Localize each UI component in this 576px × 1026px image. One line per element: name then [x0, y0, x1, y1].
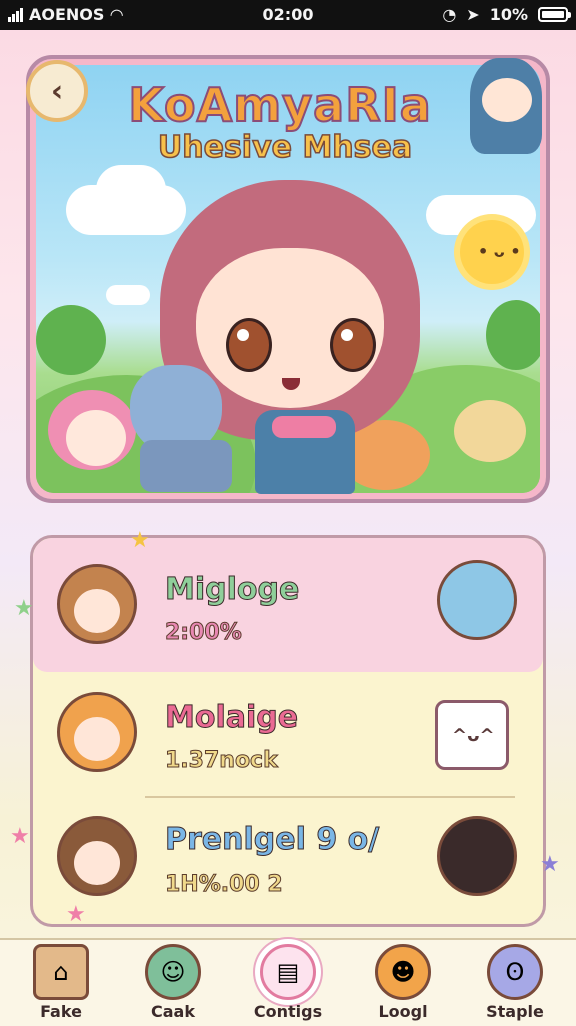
star-icon: ★	[540, 852, 560, 877]
nav-item-staple[interactable]: ʘ Staple	[470, 944, 560, 1026]
tree-shape	[486, 300, 540, 370]
list-item-title: Migloge	[164, 572, 300, 608]
list-item-value: 1.37nock	[165, 748, 279, 774]
nav-item-loogl[interactable]: ☻ Loogl	[358, 944, 448, 1026]
content-list: Migloge 2:00% Molaige 1.37nock ^ᴗ^ Prenl…	[30, 535, 546, 927]
list-item-value: 2:00%	[165, 620, 243, 646]
tree-shape	[36, 305, 106, 375]
battery-icon	[538, 7, 571, 22]
star-icon: ★	[10, 824, 30, 849]
orangehair-girl-avatar	[57, 692, 137, 772]
nav-item-fake[interactable]: ⌂ Fake	[16, 944, 106, 1026]
sun-icon: • ᴗ •	[460, 220, 524, 284]
back-arrow-icon: ‹	[50, 73, 64, 109]
cat-cup-icon: ^ᴗ^	[435, 700, 509, 770]
list-item-title: Prenlgel 9 o/	[164, 822, 380, 858]
nav-label: Loogl	[378, 1002, 428, 1021]
bottom-nav: ⌂ Fake ☺ Caak ▤ Contigs ☻ Loogl ʘ Staple	[0, 938, 576, 1026]
cat-character	[454, 400, 526, 462]
star-icon: ★	[14, 596, 34, 621]
nav-label: Caak	[151, 1002, 195, 1021]
bluehair-girl-avatar	[437, 560, 517, 640]
star-icon: ★	[130, 528, 150, 553]
star-icon: ★	[66, 902, 86, 927]
pinkhair-character-face	[66, 410, 126, 466]
clock: 02:00	[262, 5, 314, 24]
main-character-eye	[330, 318, 376, 372]
list-item[interactable]: Prenlgel 9 o/ 1H%.00 2	[33, 796, 543, 924]
nav-item-caak[interactable]: ☺ Caak	[128, 944, 218, 1026]
list-item[interactable]: Migloge 2:00%	[33, 538, 543, 672]
alarm-icon: ◔	[442, 5, 457, 24]
list-item-title: Molaige	[164, 700, 299, 736]
list-item[interactable]: Molaige 1.37nock ^ᴗ^	[33, 672, 543, 796]
nav-item-contigs[interactable]: ▤ Contigs	[243, 944, 333, 1026]
brownhair-girl-avatar	[57, 816, 137, 896]
list-item-value: 1H%.00 2	[165, 872, 284, 898]
book-icon: ▤	[260, 944, 316, 1000]
character-icon: ☺	[145, 944, 201, 1000]
nav-label: Contigs	[253, 1002, 323, 1021]
app-subtitle: Uhesive Mhsea	[157, 129, 413, 166]
character-topright-face	[482, 78, 532, 122]
house-icon: ⌂	[33, 944, 89, 1000]
status-bar: AOENOS ◠ 02:00 ◔ ➤ 10%	[0, 0, 576, 30]
cloud-shape	[96, 165, 166, 215]
girl-avatar	[57, 564, 137, 644]
nav-label: Staple	[486, 1002, 544, 1021]
app-title: KoAmyaRIa	[127, 77, 432, 133]
blob-icon: ʘ	[487, 944, 543, 1000]
main-character-eye	[226, 318, 272, 372]
pinkhat-girl-avatar	[437, 816, 517, 896]
location-icon: ➤	[466, 5, 480, 24]
nav-label: Fake	[40, 1002, 82, 1021]
battery-percent: 10%	[489, 5, 528, 24]
back-button[interactable]: ‹	[26, 60, 88, 122]
main-character-bow	[272, 416, 336, 438]
wolf-character-body	[140, 440, 232, 492]
fox-icon: ☻	[375, 944, 431, 1000]
cloud-shape	[106, 285, 150, 305]
